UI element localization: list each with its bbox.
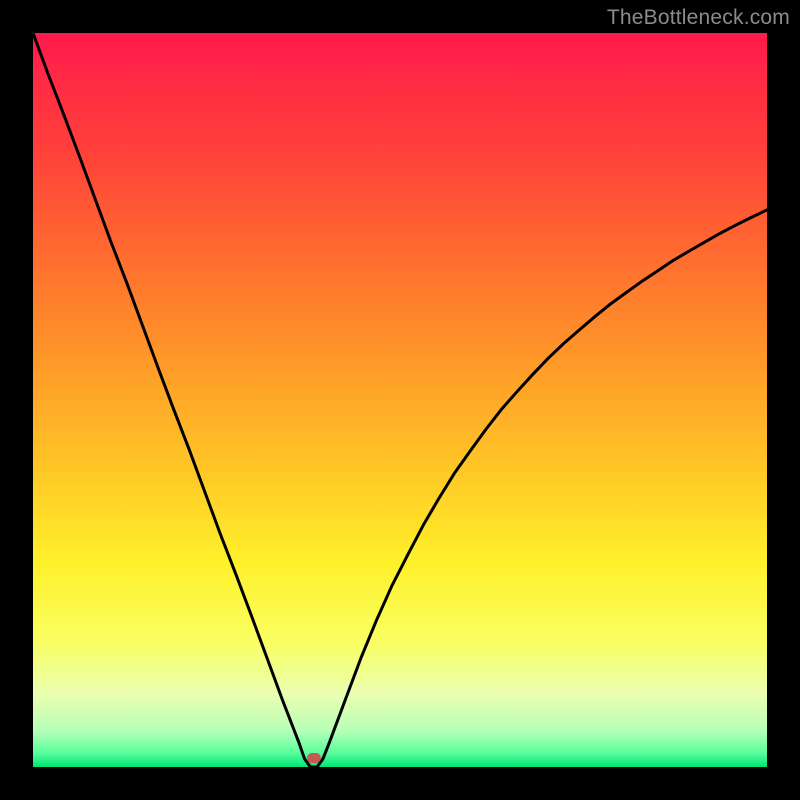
bottleneck-curve bbox=[33, 33, 767, 767]
chart-stage: TheBottleneck.com bbox=[0, 0, 800, 800]
optimal-marker bbox=[307, 753, 321, 763]
curve-layer bbox=[33, 33, 767, 767]
watermark-text: TheBottleneck.com bbox=[607, 6, 790, 30]
plot-area bbox=[33, 33, 767, 767]
